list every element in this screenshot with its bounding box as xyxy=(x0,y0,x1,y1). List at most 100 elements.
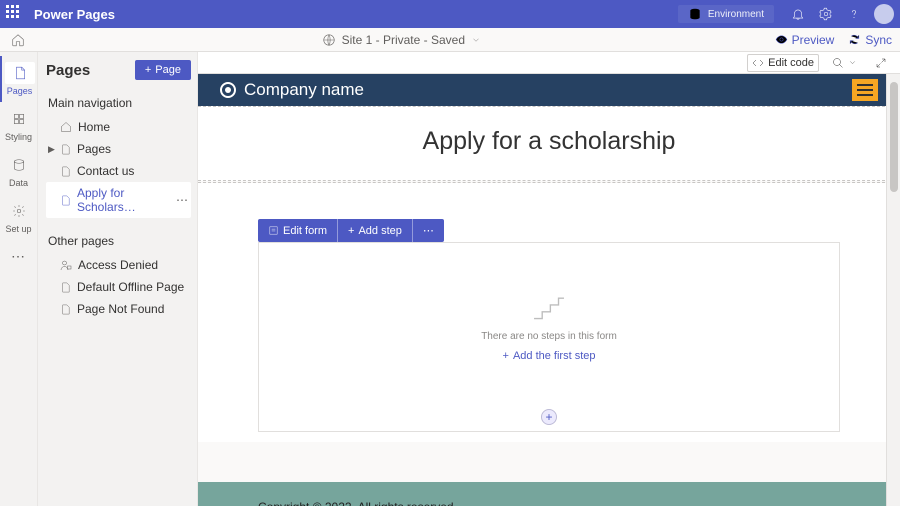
preview-label: Preview xyxy=(792,33,835,47)
expand-icon xyxy=(875,57,887,69)
expand-button[interactable] xyxy=(870,54,892,72)
multistep-form-card[interactable]: There are no steps in this form + Add th… xyxy=(258,242,840,432)
page-title: Apply for a scholarship xyxy=(198,127,900,156)
sync-label: Sync xyxy=(865,33,892,47)
rail-item-styling[interactable]: Styling xyxy=(0,102,37,148)
gear-icon xyxy=(819,7,833,21)
site-status-text: Site 1 - Private - Saved xyxy=(342,33,465,47)
other-item-offline[interactable]: Default Offline Page xyxy=(46,276,191,298)
form-toolbar: Edit form + Add step ⋯ xyxy=(258,219,444,242)
home-button[interactable] xyxy=(8,30,28,50)
canvas-scroll[interactable]: Company name Apply for a scholarship Edi… xyxy=(198,74,900,506)
rail-label: Pages xyxy=(7,86,33,96)
app-bar: Power Pages Environment xyxy=(0,0,900,28)
add-page-label: Page xyxy=(155,64,181,76)
page-icon xyxy=(60,303,71,316)
add-step-label: Add step xyxy=(358,225,401,237)
product-name: Power Pages xyxy=(34,7,115,22)
plus-icon: + xyxy=(348,225,354,237)
magnifier-icon xyxy=(832,57,844,69)
add-first-step-label: Add the first step xyxy=(513,350,596,362)
setup-icon xyxy=(12,204,26,218)
site-menu-button[interactable] xyxy=(852,79,878,101)
add-section-button[interactable]: + xyxy=(541,409,557,425)
rail-label: Styling xyxy=(5,132,32,142)
nav-label: Contact us xyxy=(77,164,134,178)
rail-item-setup[interactable]: Set up xyxy=(0,194,37,240)
form-more-button[interactable]: ⋯ xyxy=(413,219,444,242)
page-icon xyxy=(60,165,71,178)
plus-icon: + xyxy=(145,64,151,76)
nav-item-pages[interactable]: ▶ Pages xyxy=(46,138,191,160)
workspace: Pages Styling Data Set up ⋯ Pages + Page… xyxy=(0,52,900,506)
nav-label: Pages xyxy=(77,142,111,156)
design-canvas: Edit code Company name Apply for a schol… xyxy=(198,52,900,506)
nav-item-home[interactable]: Home xyxy=(46,116,191,138)
scrollbar-thumb[interactable] xyxy=(890,82,898,192)
edit-code-button[interactable]: Edit code xyxy=(747,54,819,72)
person-lock-icon xyxy=(60,259,72,271)
help-button[interactable] xyxy=(840,0,868,28)
chevron-right-icon[interactable]: ▶ xyxy=(48,144,55,155)
question-icon xyxy=(847,7,861,21)
settings-button[interactable] xyxy=(812,0,840,28)
chevron-down-icon xyxy=(471,35,481,45)
form-section: Edit form + Add step ⋯ xyxy=(198,183,900,442)
zoom-button[interactable] xyxy=(827,54,862,72)
item-more-icon[interactable]: ⋯ xyxy=(176,193,189,207)
add-page-button[interactable]: + Page xyxy=(135,60,191,80)
site-status[interactable]: Site 1 - Private - Saved xyxy=(28,33,775,47)
sync-icon xyxy=(848,33,861,46)
site-preview: Company name Apply for a scholarship Edi… xyxy=(198,74,900,506)
home-icon xyxy=(11,33,25,47)
other-item-notfound[interactable]: Page Not Found xyxy=(46,298,191,320)
other-pages-tree: Access Denied Default Offline Page Page … xyxy=(46,254,191,320)
brand-name: Company name xyxy=(244,80,364,100)
edit-code-label: Edit code xyxy=(768,57,814,69)
environment-label: Environment xyxy=(708,9,764,20)
other-item-access-denied[interactable]: Access Denied xyxy=(46,254,191,276)
site-header: Company name xyxy=(198,74,900,106)
eye-icon xyxy=(775,33,788,46)
nav-rail: Pages Styling Data Set up ⋯ xyxy=(0,52,38,506)
plus-icon: + xyxy=(503,350,509,362)
main-nav-tree: Home ▶ Pages Contact us Apply for Schola… xyxy=(46,116,191,218)
lock-globe-icon xyxy=(322,33,336,47)
user-avatar[interactable] xyxy=(874,4,894,24)
app-launcher-icon[interactable] xyxy=(6,5,24,23)
nav-item-contact[interactable]: Contact us xyxy=(46,160,191,182)
page-icon xyxy=(60,194,71,207)
nav-label: Default Offline Page xyxy=(77,280,184,294)
pages-panel: Pages + Page Main navigation Home ▶ Page… xyxy=(38,52,198,506)
form-icon xyxy=(268,225,279,236)
rail-item-data[interactable]: Data xyxy=(0,148,37,194)
section-other-pages: Other pages xyxy=(48,234,191,248)
palette-icon xyxy=(12,112,26,126)
rail-more[interactable]: ⋯ xyxy=(0,242,37,271)
empty-state-text: There are no steps in this form xyxy=(481,331,617,342)
edit-form-label: Edit form xyxy=(283,225,327,237)
brand-icon xyxy=(220,82,236,98)
nav-label: Home xyxy=(78,120,110,134)
code-icon xyxy=(752,57,764,69)
rail-item-pages[interactable]: Pages xyxy=(0,56,37,102)
panel-title: Pages xyxy=(46,62,90,79)
add-step-button[interactable]: + Add step xyxy=(338,219,413,242)
rail-label: Set up xyxy=(5,224,31,234)
nav-item-apply-scholarship[interactable]: Apply for Scholars… ⋯ xyxy=(46,182,191,218)
nav-label: Page Not Found xyxy=(77,302,164,316)
sync-button[interactable]: Sync xyxy=(848,33,892,47)
preview-button[interactable]: Preview xyxy=(775,33,835,47)
section-main-nav: Main navigation xyxy=(48,96,191,110)
footer-text: Copyright © 2022. All rights reserved. xyxy=(258,500,457,506)
add-first-step-link[interactable]: + Add the first step xyxy=(503,350,596,362)
environment-picker[interactable]: Environment xyxy=(678,5,774,23)
page-title-section[interactable]: Apply for a scholarship xyxy=(198,106,900,181)
data-icon xyxy=(12,158,26,172)
site-footer: Copyright © 2022. All rights reserved. xyxy=(198,482,900,506)
edit-form-button[interactable]: Edit form xyxy=(258,219,338,242)
steps-icon xyxy=(532,293,566,321)
nav-label: Apply for Scholars… xyxy=(77,186,170,214)
notifications-button[interactable] xyxy=(784,0,812,28)
vertical-scrollbar[interactable] xyxy=(886,74,900,506)
